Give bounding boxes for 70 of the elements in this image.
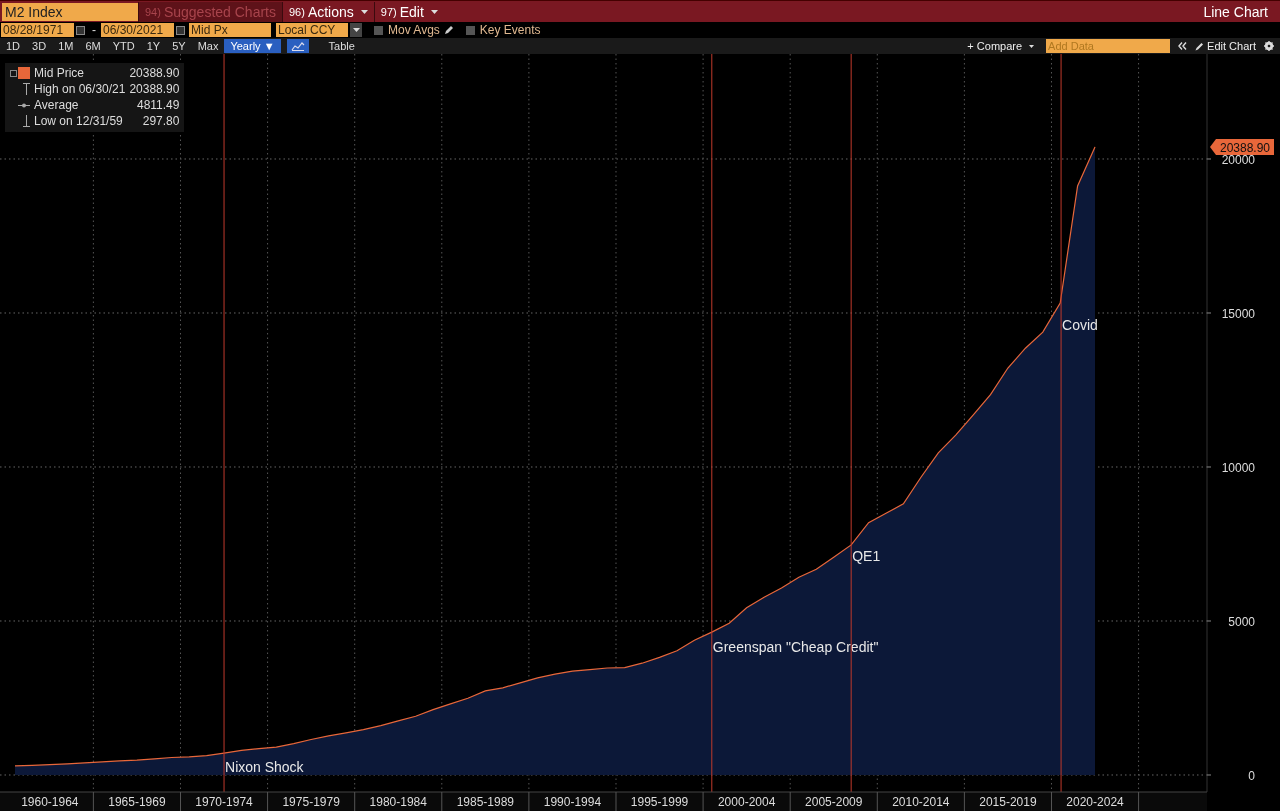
- average-marker-icon: [18, 102, 30, 108]
- axis-label: 1990-1994: [543, 795, 602, 809]
- period-tab[interactable]: YTD: [106, 39, 141, 53]
- axis-label: 10000: [1221, 461, 1255, 475]
- period-tab[interactable]: 6M: [79, 39, 107, 53]
- legend-value: 20388.90: [129, 65, 180, 81]
- axis-label: 20000: [1221, 153, 1255, 167]
- table-tab[interactable]: Table: [314, 39, 369, 53]
- legend-value: 4811.49: [135, 97, 180, 113]
- caret-icon: [360, 9, 368, 14]
- checkbox[interactable]: [374, 25, 383, 35]
- period-tab[interactable]: Yearly ▼: [224, 39, 281, 53]
- caret-icon: [352, 28, 360, 33]
- axis-label: 2000-2004: [717, 795, 776, 809]
- annotation-label: Covid: [1062, 317, 1098, 334]
- low-marker-icon: [23, 115, 30, 127]
- compare-button[interactable]: + Compare: [967, 40, 1035, 52]
- line-chart-tab[interactable]: [286, 39, 309, 53]
- calendar-icon[interactable]: [176, 25, 185, 35]
- pencil-icon: [1195, 41, 1205, 51]
- axis-label: 0: [1248, 769, 1255, 783]
- last-value-tag: 20388.90: [1210, 139, 1274, 155]
- edit-chart-button[interactable]: Edit Chart: [1195, 40, 1256, 52]
- axis-label: 1975-1979: [282, 795, 340, 809]
- checkbox-label: Key Events: [479, 23, 541, 38]
- settings-icon[interactable]: [1264, 41, 1274, 51]
- period-tab[interactable]: Max: [191, 39, 225, 53]
- pencil-icon[interactable]: [443, 25, 454, 36]
- window-title: Line Chart: [1203, 3, 1268, 20]
- axis-label: 2015-2019: [979, 795, 1037, 809]
- axis-label: 2020-2024: [1066, 795, 1124, 809]
- field-selector[interactable]: Mid Px: [189, 23, 271, 38]
- axis-label: 1985-1989: [456, 795, 515, 809]
- annotation-label: Nixon Shock: [225, 759, 304, 775]
- legend-label: High on 06/30/21: [34, 81, 126, 97]
- legend-label: Mid Price: [34, 65, 85, 81]
- caret-icon: [1029, 44, 1035, 48]
- axis-label: 2005-2009: [805, 795, 863, 809]
- start-date-field[interactable]: 08/28/1971: [1, 23, 74, 38]
- legend-value: 20388.90: [129, 81, 180, 97]
- annotation-label: QE1: [852, 548, 881, 565]
- axis-label: 1965-1969: [108, 795, 166, 809]
- axis-label: 1995-1999: [630, 795, 689, 809]
- annotation-label: Greenspan "Cheap Credit": [712, 639, 879, 656]
- period-tab[interactable]: 1M: [52, 39, 80, 53]
- axis-label: 1970-1974: [195, 795, 253, 809]
- date-separator: -: [92, 23, 96, 38]
- axis-label: 1980-1984: [369, 795, 427, 809]
- caret-icon: [430, 9, 438, 14]
- period-tab[interactable]: 1D: [0, 39, 27, 53]
- calendar-icon[interactable]: [76, 25, 85, 35]
- axis-label: 15000: [1221, 307, 1255, 321]
- legend-value: 297.80: [141, 113, 180, 129]
- checkbox[interactable]: [465, 25, 475, 35]
- axis-label: 2010-2014: [892, 795, 950, 809]
- currency-dropdown[interactable]: Local CCY: [276, 23, 348, 38]
- period-tab[interactable]: 3D: [26, 39, 53, 53]
- collapse-icon[interactable]: [1178, 42, 1188, 50]
- legend-label: Average: [34, 97, 80, 113]
- add-data-field[interactable]: Add Data: [1046, 39, 1171, 53]
- legend-label: Low on 12/31/59: [34, 113, 124, 129]
- security-field[interactable]: M2 Index: [2, 2, 138, 21]
- end-date-field[interactable]: 06/30/2021: [101, 23, 174, 38]
- dropdown-button[interactable]: [350, 23, 362, 38]
- axis-label: 5000: [1228, 615, 1255, 629]
- period-tab[interactable]: 5Y: [166, 39, 192, 53]
- axis-label: 1960-1964: [21, 795, 79, 809]
- period-tab[interactable]: 1Y: [140, 39, 167, 53]
- checkbox-label: Mov Avgs: [388, 23, 440, 38]
- high-marker-icon: [23, 83, 30, 95]
